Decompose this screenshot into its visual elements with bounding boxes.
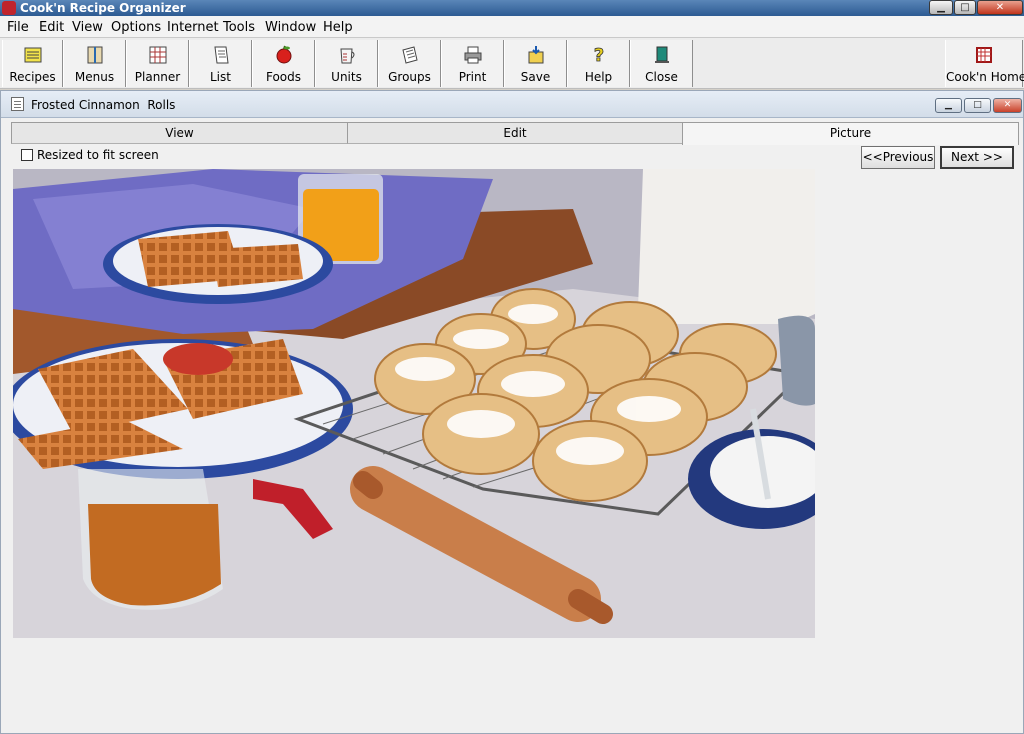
- list-icon: [213, 46, 229, 64]
- tab-edit[interactable]: Edit: [347, 122, 683, 144]
- menu-edit[interactable]: Edit: [39, 20, 64, 35]
- cookn-home-label: Cook'n Home: [946, 70, 1024, 84]
- save-label: Save: [520, 70, 551, 84]
- menu-bar: File Edit View Options Internet Tools Wi…: [0, 16, 1024, 38]
- recipes-label: Recipes: [9, 70, 56, 84]
- close-button[interactable]: Close: [630, 40, 693, 87]
- save-icon: [528, 46, 543, 64]
- resize-checkbox[interactable]: [21, 149, 33, 161]
- planner-label: Planner: [134, 70, 181, 84]
- menu-internet[interactable]: Internet: [167, 20, 219, 35]
- menu-file[interactable]: File: [7, 20, 29, 35]
- menu-view[interactable]: View: [72, 20, 103, 35]
- menus-icon: [87, 46, 102, 64]
- apple-icon: [276, 45, 291, 64]
- groups-icon: [401, 46, 418, 64]
- help-button[interactable]: ? Help: [567, 40, 630, 87]
- recipe-window: Frosted Cinnamon Rolls ▁ □ ✕ View Edit P…: [0, 90, 1024, 734]
- measuring-cup-icon: [339, 48, 354, 64]
- close-window-button[interactable]: ✕: [977, 0, 1023, 15]
- app-logo-icon: [2, 1, 16, 15]
- recipe-page-icon: [11, 97, 24, 111]
- list-label: List: [210, 70, 231, 84]
- door-icon: [654, 46, 669, 63]
- units-button[interactable]: Units: [315, 40, 378, 87]
- main-toolbar: Recipes Menus Planner List Foods Units G…: [0, 38, 1024, 89]
- help-label: Help: [584, 70, 613, 84]
- app-title: Cook'n Recipe Organizer: [20, 1, 186, 15]
- help-icon: ?: [593, 45, 604, 65]
- list-button[interactable]: List: [189, 40, 252, 87]
- recipe-title-bar: Frosted Cinnamon Rolls ▁ □ ✕: [1, 91, 1023, 118]
- save-button[interactable]: Save: [504, 40, 567, 87]
- recipe-close-button[interactable]: ✕: [993, 98, 1022, 113]
- menu-window[interactable]: Window: [265, 20, 316, 35]
- home-icon: [976, 47, 992, 63]
- planner-icon: [149, 46, 166, 64]
- menus-button[interactable]: Menus: [63, 40, 126, 87]
- recipe-maximize-button[interactable]: □: [964, 98, 991, 113]
- recipe-minimize-button[interactable]: ▁: [935, 98, 962, 113]
- menus-label: Menus: [74, 70, 115, 84]
- next-button[interactable]: Next >>: [940, 146, 1014, 169]
- menu-help[interactable]: Help: [323, 20, 353, 35]
- app-title-bar: Cook'n Recipe Organizer ▁ □ ✕: [0, 0, 1024, 16]
- recipe-photo: [13, 169, 815, 638]
- maximize-button[interactable]: □: [954, 0, 976, 15]
- minimize-button[interactable]: ▁: [929, 0, 953, 15]
- recipes-button[interactable]: Recipes: [2, 40, 63, 87]
- recipe-title: Frosted Cinnamon Rolls: [31, 98, 176, 112]
- tab-view[interactable]: View: [11, 122, 348, 144]
- cookn-home-button[interactable]: Cook'n Home: [945, 40, 1024, 87]
- units-label: Units: [331, 70, 362, 84]
- recipes-icon: [24, 47, 41, 63]
- foods-label: Foods: [265, 70, 302, 84]
- menu-tools[interactable]: Tools: [223, 20, 255, 35]
- recipe-photo-illustration: [13, 169, 815, 638]
- groups-button[interactable]: Groups: [378, 40, 441, 87]
- tab-picture[interactable]: Picture: [682, 122, 1019, 145]
- planner-button[interactable]: Planner: [126, 40, 189, 87]
- printer-icon: [464, 46, 481, 64]
- svg-text:?: ?: [593, 45, 603, 65]
- previous-button[interactable]: <<Previous: [861, 146, 935, 169]
- foods-button[interactable]: Foods: [252, 40, 315, 87]
- recipe-tabs: View Edit Picture: [11, 122, 1019, 145]
- close-label: Close: [645, 70, 678, 84]
- groups-label: Groups: [388, 70, 431, 84]
- menu-options[interactable]: Options: [111, 20, 161, 35]
- print-button[interactable]: Print: [441, 40, 504, 87]
- print-label: Print: [458, 70, 487, 84]
- resize-label: Resized to fit screen: [37, 148, 159, 162]
